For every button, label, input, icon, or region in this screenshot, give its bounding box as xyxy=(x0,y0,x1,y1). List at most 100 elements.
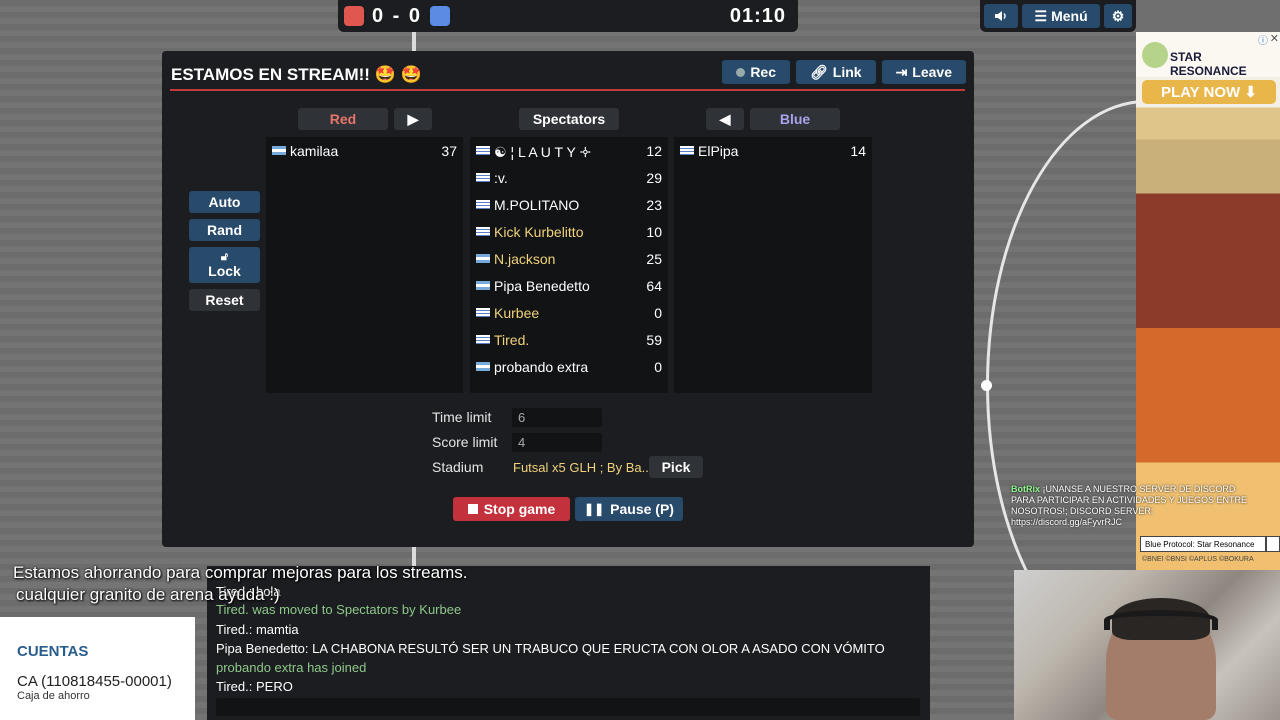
pause-button[interactable]: ❚❚ Pause (P) xyxy=(575,497,683,521)
flag-icon xyxy=(476,254,490,263)
red-team-header[interactable]: Red xyxy=(298,108,388,130)
player-row[interactable]: N.jackson 25 xyxy=(470,245,668,272)
player-name: M.POLITANO xyxy=(494,196,580,213)
accounts-panel: CUENTAS CA (110818455-00001) Caja de aho… xyxy=(0,617,195,720)
player-points: 23 xyxy=(646,196,662,213)
headset-icon xyxy=(1104,610,1218,630)
flag-icon xyxy=(476,200,490,209)
record-icon xyxy=(736,67,746,77)
blue-team-header[interactable]: Blue xyxy=(750,108,840,130)
flag-icon xyxy=(476,308,490,317)
player-points: 0 xyxy=(654,304,662,321)
player-row[interactable]: kamilaa 37 xyxy=(266,137,463,164)
rec-button[interactable]: Rec xyxy=(722,60,790,84)
blue-team-list[interactable]: ElPipa 14 xyxy=(674,137,872,393)
blue-team-color-icon xyxy=(430,6,451,26)
player-row[interactable]: Pipa Benedetto 64 xyxy=(470,272,668,299)
ad-info-icon[interactable]: ⓘ xyxy=(1258,32,1268,47)
chat-message: Pipa Benedetto: LA CHABONA RESULTÓ SER U… xyxy=(216,641,885,656)
ad-close-icon[interactable]: ✕ xyxy=(1270,32,1279,45)
move-to-spectators-right-button[interactable]: ▶ xyxy=(394,108,432,130)
stop-icon xyxy=(467,504,478,514)
player-points: 37 xyxy=(441,142,457,159)
red-team-list[interactable]: kamilaa 37 xyxy=(266,137,463,393)
chat-message: probando extra has joined xyxy=(216,660,367,675)
chat-message: Tired.: PERO xyxy=(216,679,293,694)
menu-button[interactable]: ☰ Menú xyxy=(1022,4,1100,28)
player-name: probando extra xyxy=(494,358,589,375)
link-label: Link xyxy=(832,64,862,80)
stop-game-button[interactable]: Stop game xyxy=(453,497,570,521)
chat-panel: Tired.: hola Tired. was moved to Spectato… xyxy=(207,566,930,720)
accounts-title: CUENTAS xyxy=(17,643,89,660)
flag-icon xyxy=(680,146,694,155)
player-row[interactable]: ElPipa 14 xyxy=(674,137,872,164)
flag-icon xyxy=(476,173,490,182)
account-number: CA (110818455-00001) xyxy=(17,673,172,690)
flag-icon xyxy=(476,227,490,236)
player-points: 12 xyxy=(646,142,662,159)
room-dialog: ESTAMOS EN STREAM!! 🤩 🤩 Rec 🔗︎ Link ⇥ Le… xyxy=(162,51,974,547)
leave-label: Leave xyxy=(912,64,952,80)
player-row[interactable]: probando extra 0 xyxy=(470,353,668,380)
player-row[interactable]: :v. 29 xyxy=(470,164,668,191)
leave-button[interactable]: ⇥ Leave xyxy=(881,60,966,84)
red-team-color-icon xyxy=(344,6,364,26)
rand-button[interactable]: Rand xyxy=(189,219,260,241)
player-name: :v. xyxy=(494,169,508,186)
time-limit-input[interactable]: 6 xyxy=(512,408,602,427)
chat-input[interactable] xyxy=(216,698,920,716)
sound-button[interactable] xyxy=(984,4,1019,28)
room-header-buttons: Rec 🔗︎ Link ⇥ Leave xyxy=(722,60,966,84)
move-to-spectators-left-button[interactable]: ◀ xyxy=(706,108,744,130)
leave-icon: ⇥ xyxy=(895,63,908,80)
player-name: N.jackson xyxy=(494,250,556,267)
lock-button[interactable]: 🔓︎ Lock xyxy=(189,247,260,283)
menu-label: Menú xyxy=(1051,8,1088,24)
reset-label: Reset xyxy=(205,292,244,308)
player-points: 25 xyxy=(646,250,662,267)
ad-search-icon[interactable] xyxy=(1266,536,1280,552)
player-name: Kick Kurbelitto xyxy=(494,223,584,240)
player-name: Pipa Benedetto xyxy=(494,277,590,294)
stream-overlay-line-2: cualquier granito de arena ayuda :) xyxy=(16,585,280,604)
player-points: 59 xyxy=(646,331,662,348)
flag-icon xyxy=(476,335,490,344)
pick-stadium-button[interactable]: Pick xyxy=(649,456,703,478)
ad-logo: STAR RESONANCE xyxy=(1170,50,1247,78)
settings-button[interactable]: ⚙ xyxy=(1104,4,1132,28)
reset-button[interactable]: Reset xyxy=(189,289,260,311)
player-name: kamilaa xyxy=(290,142,339,159)
spectators-header[interactable]: Spectators xyxy=(519,108,619,130)
link-button[interactable]: 🔗︎ Link xyxy=(796,60,876,84)
score-limit-label: Score limit xyxy=(432,434,498,450)
auto-label: Auto xyxy=(208,194,241,210)
player-points: 0 xyxy=(654,358,662,375)
player-row[interactable]: Kick Kurbelitto 10 xyxy=(470,218,668,245)
spectators-list[interactable]: ☯︎ ¦ L A U T Y 🝊 12 :v. 29 M.POLITANO 23 Kick … xyxy=(470,137,668,393)
play-right-icon: ▶ xyxy=(407,110,419,127)
flag-icon xyxy=(476,146,490,155)
menu-icon: ☰ xyxy=(1034,7,1048,24)
player-name: Tired. xyxy=(494,331,530,348)
link-icon: 🔗︎ xyxy=(810,63,828,80)
stream-overlay-line-1: Estamos ahorrando para comprar mejoras p… xyxy=(13,563,468,582)
chat-message: Tired.: mamtia xyxy=(216,622,299,637)
bot-name: BotRix xyxy=(1011,484,1040,494)
webcam-feed xyxy=(1014,570,1280,720)
pause-label: Pause (P) xyxy=(610,501,674,517)
ad-copyright: ©BNEI ©BNSI ©APLUS ©BOKURA xyxy=(1142,556,1254,563)
player-points: 29 xyxy=(646,169,662,186)
auto-button[interactable]: Auto xyxy=(189,191,260,213)
ad-caption[interactable]: Blue Protocol: Star Resonance xyxy=(1140,536,1266,552)
speaker-icon xyxy=(995,11,1006,21)
score-limit-input[interactable]: 4 xyxy=(512,433,602,452)
ad-character-icon xyxy=(1142,42,1168,68)
ad-play-now-button[interactable]: PLAY NOW ⬇ xyxy=(1142,80,1276,104)
player-row[interactable]: Tired. 59 xyxy=(470,326,668,353)
rec-label: Rec xyxy=(750,64,776,80)
player-row[interactable]: ☯︎ ¦ L A U T Y 🝊 12 xyxy=(470,137,668,164)
player-row[interactable]: Kurbee 0 xyxy=(470,299,668,326)
field-dot xyxy=(981,380,992,391)
player-row[interactable]: M.POLITANO 23 xyxy=(470,191,668,218)
